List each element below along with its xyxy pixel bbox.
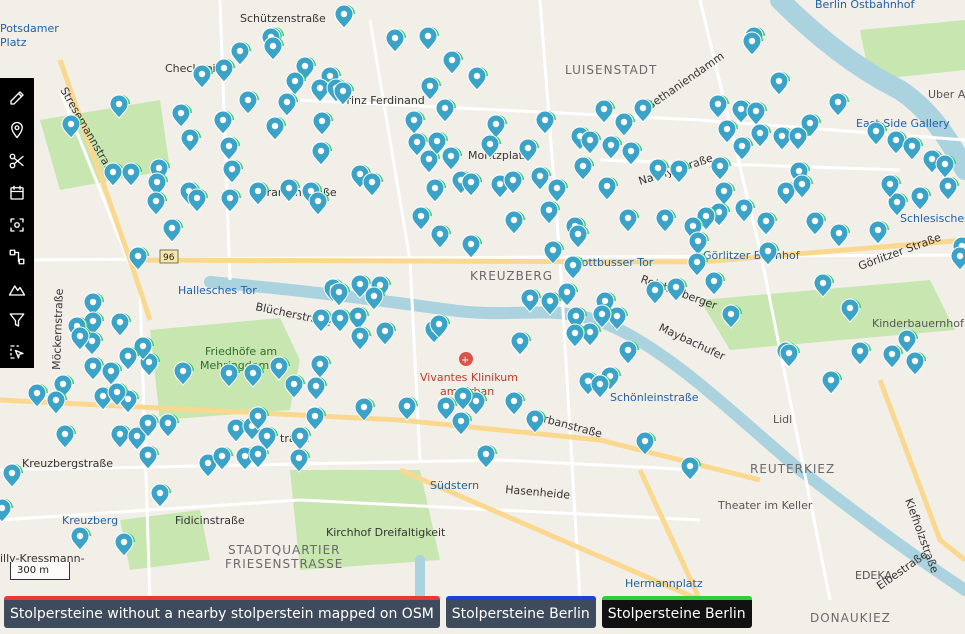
map-canvas[interactable]: Potsdamer Platz Schützenstraße Checkpoin… [0, 0, 965, 634]
label-hallesches-tor: Hallesches Tor [178, 284, 257, 297]
label-platz: Platz [0, 36, 27, 49]
label-prinz-ferdinand: Prinz Ferdinand [340, 94, 425, 107]
label-hermannplatz: Hermannplatz [625, 577, 703, 590]
toolbar [0, 78, 34, 368]
label-goerlitzer-bahnhof: Görlitzer Bahnhof [703, 249, 801, 262]
filter-icon[interactable] [5, 308, 29, 332]
mountain-icon[interactable] [5, 277, 29, 301]
label-reuterkiez: REUTERKIEZ [750, 462, 835, 476]
label-theater: Theater im Keller [717, 499, 813, 512]
label-kottbusser-tor: Kottbusser Tor [575, 256, 654, 269]
label-schuetzenstrasse: Schützenstraße [240, 12, 326, 25]
label-stadtquartier: STADTQUARTIER [228, 543, 341, 557]
label-potsdamer: Potsdamer [0, 22, 59, 35]
label-kinderbauernhof: Kinderbauernhof [872, 317, 965, 330]
scissors-icon[interactable] [5, 150, 29, 174]
label-vivantes: Vivantes Klinikum [420, 371, 518, 384]
scan-icon[interactable] [5, 213, 29, 237]
label-friesenstrasse: FRIESENSTRASSE [225, 557, 343, 571]
label-mehringdamm: Mehringdamm [200, 359, 280, 372]
hospital-cross: + [461, 355, 469, 366]
label-kreuzberg: KREUZBERG [470, 269, 553, 283]
label-uber: Uber A [928, 88, 965, 101]
layer-toggle-without-nearby[interactable]: Stolpersteine without a nearby stolperst… [4, 596, 440, 628]
calendar-icon[interactable] [5, 181, 29, 205]
label-fidicinstrasse: Fidicinstraße [175, 514, 245, 527]
layer-toggle-stolpersteine-berlin[interactable]: Stolpersteine Berlin [445, 596, 596, 628]
label-ostbahnhof: Berlin Ostbahnhof [815, 0, 915, 11]
label-lidl: Lidl [773, 413, 792, 426]
label-kreuzberg-park: Kreuzberg [62, 514, 118, 527]
label-friedhoefe: Friedhöfe am [205, 345, 277, 358]
label-schlesisches-tor: Schlesisches Tor [900, 212, 965, 225]
select-icon[interactable] [5, 340, 29, 364]
map-pin-icon[interactable] [5, 118, 29, 142]
scale-bar: 300 m [10, 562, 70, 580]
pencil-icon[interactable] [5, 86, 29, 110]
route-icon[interactable] [5, 245, 29, 269]
label-suedstern: Südstern [430, 479, 479, 492]
label-kreuzbergstrasse: Kreuzbergstraße [22, 457, 113, 470]
label-kirchhof: Kirchhof Dreifaltigkeit [326, 526, 446, 539]
label-road-96: 96 [163, 253, 175, 263]
layer-legend: Stolpersteine without a nearby stolperst… [4, 596, 752, 628]
label-luisenstadt: LUISENSTADT [565, 63, 657, 77]
label-donaukiez: DONAUKIEZ [810, 611, 891, 625]
label-schoenleinstrasse: Schönleinstraße [610, 391, 699, 404]
layer-toggle-stolpersteine-berlin-active[interactable]: Stolpersteine Berlin [601, 596, 752, 628]
